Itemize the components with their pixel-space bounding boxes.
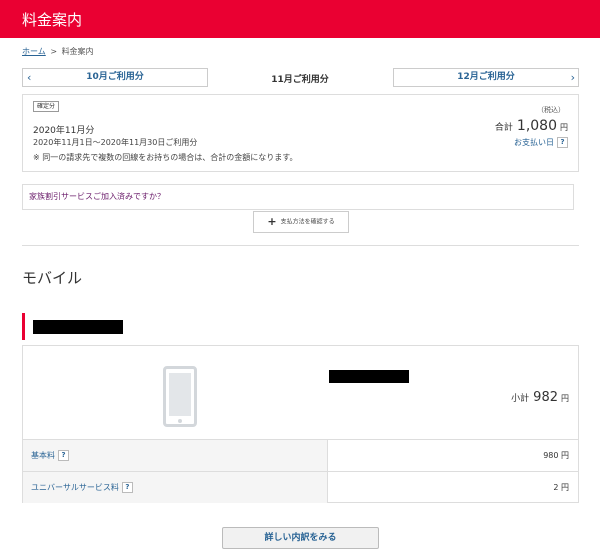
fee-label-cell: ユニバーサルサービス料? (23, 472, 328, 503)
total-amount: 1,080 (516, 118, 557, 134)
subtotal-label: 小計 (511, 394, 530, 404)
fee-row-universal: ユニバーサルサービス料? 2 円 (23, 471, 578, 503)
chevron-right-icon: › (570, 71, 575, 84)
current-month-label: 11月ご利用分 (271, 75, 329, 85)
prev-month-label: 10月ご利用分 (86, 72, 144, 82)
tax-included-label: （税込） (537, 106, 565, 114)
help-icon[interactable]: ? (557, 137, 568, 148)
app-header: 料金案内 (0, 0, 600, 38)
payment-method-label: 支払方法を確認する (280, 218, 335, 226)
breadcrumb: ホーム > 料金案内 (22, 46, 94, 57)
plus-icon: + (267, 215, 277, 228)
breadcrumb-separator: > (50, 47, 58, 56)
section-title-mobile: モバイル (22, 269, 83, 287)
billing-note: ※ 同一の請求先で複数の回線をお持ちの場合は、合計の金額になります。 (33, 153, 298, 162)
breadcrumb-current: 料金案内 (61, 47, 94, 56)
section-accent-bar (22, 313, 25, 340)
page-title: 料金案内 (22, 11, 83, 29)
subtotal-currency: 円 (561, 394, 569, 403)
device-card: 小計 982 円 基本料? 980 円 ユニバーサルサービス料? 2 円 (22, 345, 579, 503)
next-month-button[interactable]: 12月ご利用分 › (393, 68, 579, 87)
total-row: 合計 1,080 円 (495, 118, 568, 134)
billing-summary-card: 確定分 2020年11月分 2020年11月1日～2020年11月30日ご利用分… (22, 94, 579, 172)
total-label: 合計 (494, 123, 513, 133)
fee-label-universal[interactable]: ユニバーサルサービス料 (31, 483, 119, 492)
fee-value-basic: 980 円 (543, 451, 569, 460)
subtotal-row: 小計 982 円 (511, 390, 569, 405)
view-details-button[interactable]: 詳しい内訳をみる (222, 527, 379, 549)
fee-label-basic[interactable]: 基本料 (31, 451, 55, 460)
prev-month-button[interactable]: ‹ 10月ご利用分 (22, 68, 208, 87)
help-icon[interactable]: ? (121, 482, 133, 493)
next-month-label: 12月ご利用分 (457, 72, 515, 82)
payment-method-button[interactable]: + 支払方法を確認する (253, 211, 349, 233)
redacted-line-name (33, 320, 123, 334)
billing-period: 2020年11月1日～2020年11月30日ご利用分 (33, 138, 198, 147)
payment-date-link[interactable]: お支払い日? (514, 137, 568, 148)
billing-month: 2020年11月分 (33, 126, 95, 136)
fee-row-basic: 基本料? 980 円 (23, 439, 578, 471)
redacted-device-name (329, 370, 409, 383)
total-currency: 円 (560, 123, 568, 132)
chevron-left-icon: ‹ (27, 71, 32, 84)
fee-value-universal: 2 円 (553, 483, 569, 492)
subtotal-amount: 982 (533, 390, 558, 405)
help-icon[interactable]: ? (58, 450, 69, 461)
family-discount-link[interactable]: 家族割引サービスご加入済みですか？ (22, 184, 574, 210)
status-badge: 確定分 (33, 101, 60, 112)
smartphone-icon (163, 366, 197, 427)
breadcrumb-home-link[interactable]: ホーム (22, 47, 46, 56)
section-divider (22, 245, 579, 246)
payment-date-label: お支払い日 (514, 138, 554, 147)
fee-label-cell: 基本料? (23, 440, 328, 471)
